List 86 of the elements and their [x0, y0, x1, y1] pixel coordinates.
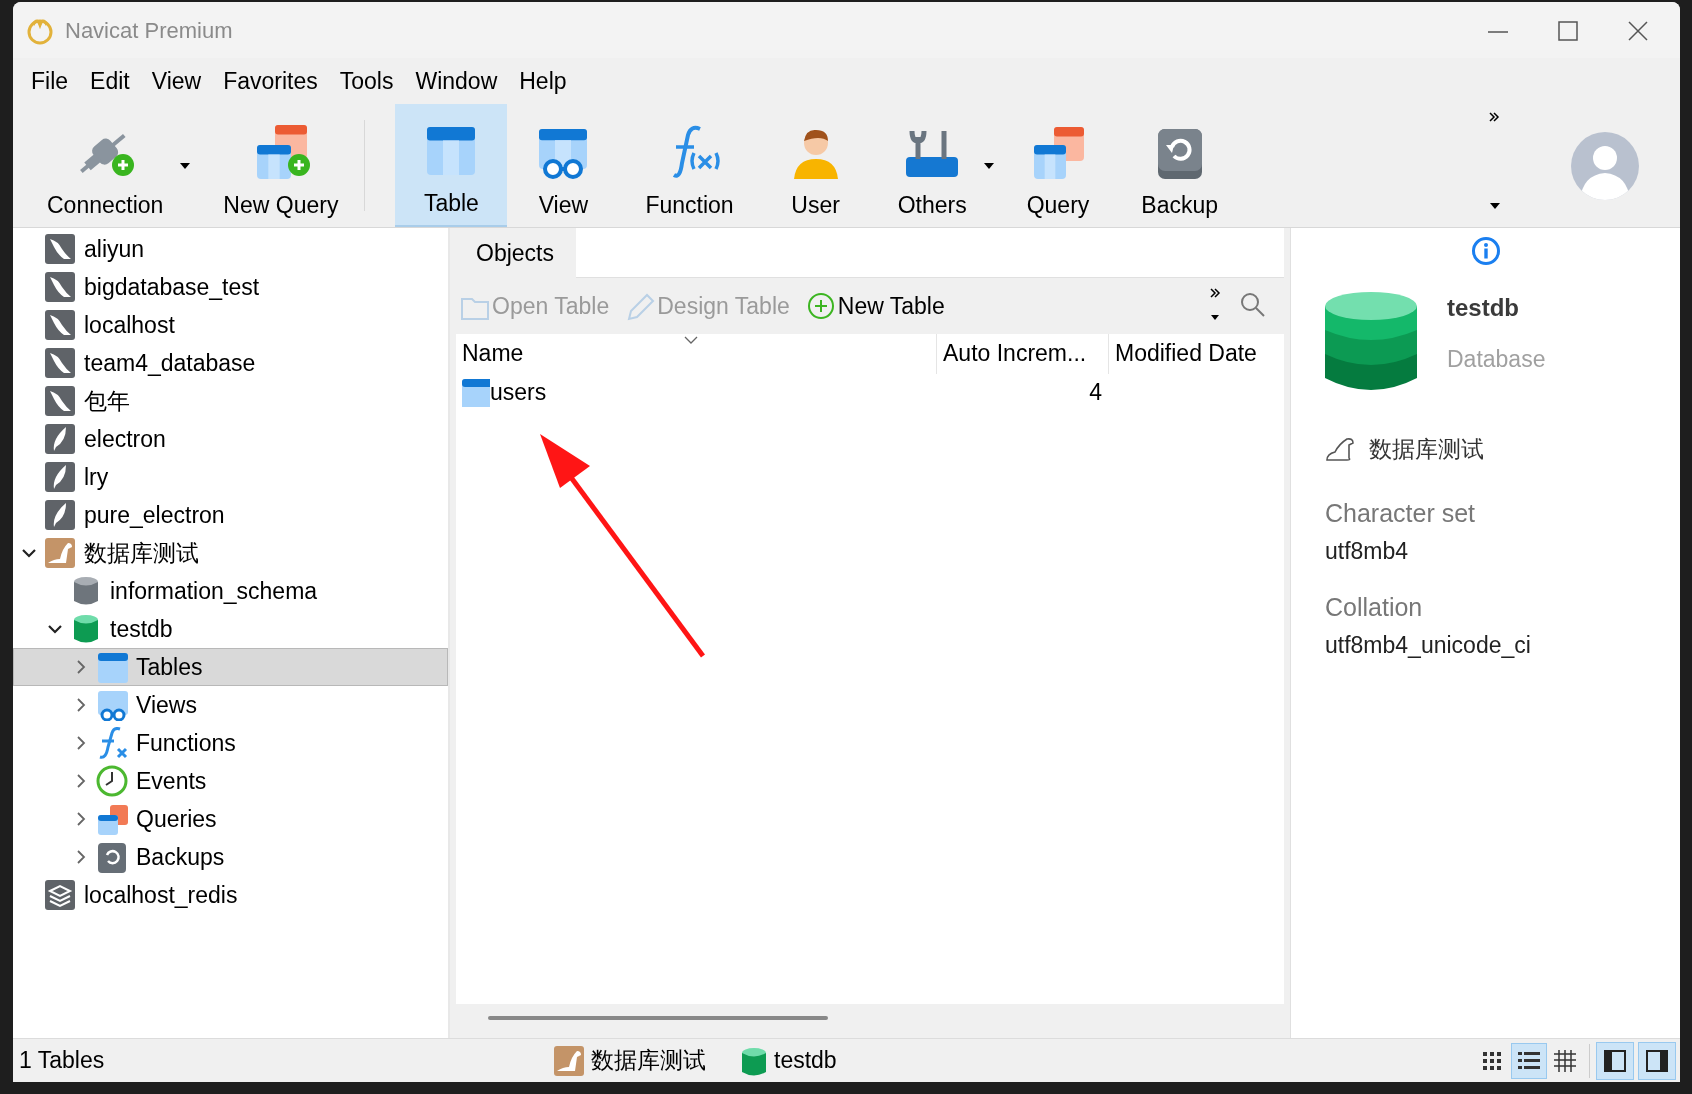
menu-item[interactable]: Tools [329, 63, 404, 99]
status-text: 1 Tables [18, 1046, 106, 1076]
dropdown-caret-icon[interactable] [179, 161, 192, 170]
toolbar-button[interactable]: User [759, 104, 872, 227]
menu-item[interactable]: Edit [80, 63, 140, 99]
pencil-icon [625, 291, 656, 321]
toolbar-button[interactable]: New Query [197, 104, 365, 227]
menu-item[interactable]: Help [509, 63, 577, 99]
tree-item[interactable]: Tables [13, 648, 448, 686]
menu-item[interactable]: Window [405, 63, 508, 99]
database-name: testdb [1447, 292, 1520, 323]
field-value: utf8mb4_unicode_ci [1325, 631, 1532, 660]
field-label: Character set [1325, 497, 1477, 529]
tree-item[interactable]: electron [13, 420, 448, 458]
sqlite-icon [44, 423, 76, 455]
queries-icon [96, 803, 128, 835]
seal-icon [1325, 436, 1355, 463]
redis-icon [44, 879, 76, 911]
object-type: Database [1447, 344, 1546, 374]
tree-item[interactable]: 数据库测试 [13, 534, 448, 572]
toolbar-button[interactable]: View [507, 104, 620, 227]
tree-item[interactable]: information_schema [13, 572, 448, 610]
events-icon [96, 765, 128, 797]
table-icon [460, 377, 490, 407]
views-icon [96, 689, 128, 721]
right-panel-toggle[interactable] [1638, 1041, 1676, 1080]
status-database: testdb [774, 1046, 837, 1076]
mysql-icon [44, 271, 76, 303]
more-chevron-icon[interactable] [1487, 110, 1501, 124]
column-header[interactable]: Modified Date [1108, 334, 1278, 374]
connection-name: 数据库测试 [1369, 435, 1484, 464]
info-icon[interactable] [1470, 236, 1501, 266]
search-icon[interactable] [1240, 292, 1266, 318]
toolbar-button[interactable]: Connection [21, 104, 190, 227]
plus-circle-icon [805, 291, 836, 321]
sqlite-icon [44, 461, 76, 493]
column-header[interactable]: Name [456, 334, 936, 374]
tree-item[interactable]: pure_electron [13, 496, 448, 534]
sort-caret-icon[interactable] [684, 336, 698, 344]
tree-item[interactable]: Views [13, 686, 448, 724]
toolbar-button[interactable]: Query [1000, 104, 1116, 227]
mariadb-icon [44, 537, 76, 569]
tree-item[interactable]: localhost_redis [13, 876, 448, 914]
panel-layout-icon [1602, 1047, 1628, 1074]
dropdown-caret-icon[interactable] [982, 161, 995, 170]
tables-icon [96, 651, 128, 683]
mysql-icon [44, 385, 76, 417]
mysql-icon [44, 309, 76, 341]
toolbar-button[interactable]: Others [871, 104, 993, 227]
menu-item[interactable]: File [21, 63, 79, 99]
table-cell-text: 4 [1089, 377, 1102, 407]
tree-item[interactable]: team4_database [13, 344, 448, 382]
new-table-button[interactable]: New Table [805, 288, 945, 324]
mysql-icon [44, 347, 76, 379]
dropdown-caret-icon[interactable] [1210, 314, 1220, 321]
more-chevron-icon[interactable] [1208, 286, 1222, 300]
horizontal-scrollbar[interactable] [488, 1016, 828, 1020]
backups-icon [96, 841, 128, 873]
toolbar-button[interactable]: Table [395, 104, 508, 227]
menu-item[interactable]: Favorites [213, 63, 328, 99]
tree-item[interactable]: Events [13, 762, 448, 800]
sqlite-icon [44, 499, 76, 531]
field-value: utf8mb4 [1325, 537, 1410, 566]
tree-item[interactable]: localhost [13, 306, 448, 344]
tree-item[interactable]: Backups [13, 838, 448, 876]
tree-item[interactable]: aliyun [13, 230, 448, 268]
status-connection: 数据库测试 [591, 1046, 706, 1076]
mariadb-icon [553, 1044, 585, 1077]
window-title: Navicat Premium [65, 16, 233, 45]
panel-layout-icon [1644, 1047, 1670, 1074]
mysql-icon [44, 233, 76, 265]
tree-item[interactable]: 包年 [13, 382, 448, 420]
field-label: Collation [1325, 591, 1424, 623]
tree-item[interactable]: bigdatabase_test [13, 268, 448, 306]
list-view-button[interactable] [1511, 1042, 1547, 1079]
table-cell[interactable]: users [490, 374, 547, 410]
toolbar-button[interactable]: Backup [1115, 104, 1244, 227]
left-panel-toggle[interactable] [1596, 1041, 1634, 1080]
toolbar-button[interactable]: Function [619, 104, 760, 227]
tree-item[interactable]: Queries [13, 800, 448, 838]
tree-item[interactable]: Functions [13, 724, 448, 762]
menu-item[interactable]: View [141, 63, 212, 99]
tree-item[interactable]: testdb [13, 610, 448, 648]
column-header[interactable]: Auto Increm... [936, 334, 1108, 374]
dropdown-caret-icon[interactable] [1489, 202, 1501, 210]
tree-item[interactable]: lry [13, 458, 448, 496]
